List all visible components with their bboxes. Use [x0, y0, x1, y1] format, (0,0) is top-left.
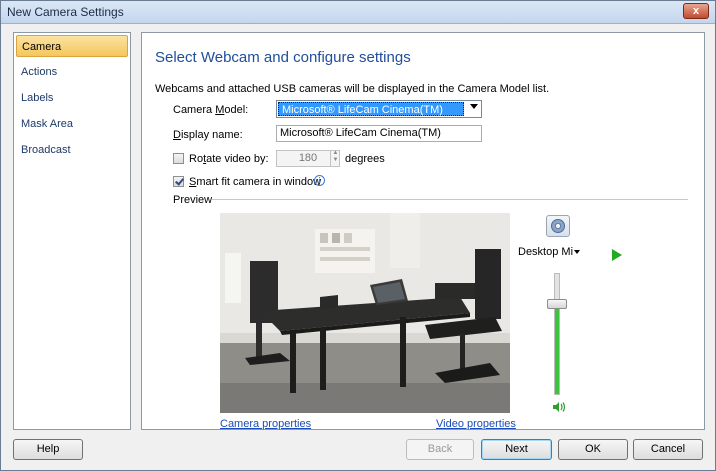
display-name-label: Display name:	[173, 129, 243, 141]
sidebar-item-mask-area[interactable]: Mask Area	[16, 113, 128, 135]
dialog-window: New Camera Settings x Camera Actions Lab…	[0, 0, 716, 471]
sidebar-item-broadcast[interactable]: Broadcast	[16, 139, 128, 161]
camera-preview-image	[220, 213, 510, 413]
display-name-input[interactable]: Microsoft® LifeCam Cinema(TM)	[276, 125, 482, 142]
window-title: New Camera Settings	[7, 5, 124, 19]
rotate-stepper-buttons[interactable]: ▲ ▼	[330, 150, 340, 167]
page-title: Select Webcam and configure settings	[155, 49, 411, 66]
chevron-down-icon	[470, 104, 478, 109]
back-button[interactable]: Back	[406, 439, 474, 460]
smart-fit-checkbox[interactable]	[173, 176, 184, 187]
spin-up-icon[interactable]: ▲	[331, 150, 340, 157]
play-icon[interactable]	[612, 249, 622, 261]
chevron-down-icon	[574, 250, 581, 255]
video-properties-link[interactable]: Video properties	[436, 418, 516, 430]
settings-sidebar: Camera Actions Labels Mask Area Broadcas…	[13, 32, 131, 430]
title-bar: New Camera Settings x	[1, 1, 715, 24]
rotate-checkbox[interactable]	[173, 153, 184, 164]
cancel-button[interactable]: Cancel	[633, 439, 703, 460]
speaker-icon	[553, 402, 566, 412]
audio-settings-button[interactable]	[546, 215, 570, 237]
spin-down-icon[interactable]: ▼	[331, 157, 340, 164]
camera-model-value: Microsoft® LifeCam Cinema(TM)	[278, 102, 464, 116]
settings-panel: Select Webcam and configure settings Web…	[141, 32, 705, 430]
sidebar-item-labels[interactable]: Labels	[16, 87, 128, 109]
camera-model-label: Camera Model:	[173, 104, 249, 116]
info-icon[interactable]: i	[314, 175, 325, 186]
audio-source-dropdown[interactable]: Desktop Mi	[518, 246, 581, 258]
degrees-label: degrees	[345, 153, 385, 165]
preview-divider	[212, 199, 688, 200]
close-button[interactable]: x	[683, 3, 709, 19]
help-button[interactable]: Help	[13, 439, 83, 460]
camera-model-dropdown[interactable]: Microsoft® LifeCam Cinema(TM)	[276, 100, 482, 118]
gear-icon	[551, 219, 565, 233]
preview-label: Preview	[173, 194, 213, 206]
sidebar-item-camera[interactable]: Camera	[16, 35, 128, 57]
rotate-label: Rotate video by:	[189, 153, 269, 165]
next-button[interactable]: Next	[481, 439, 552, 460]
description-text: Webcams and attached USB cameras will be…	[155, 83, 550, 95]
ok-button[interactable]: OK	[558, 439, 628, 460]
smart-fit-label: Smart fit camera in window	[189, 176, 322, 188]
sidebar-item-actions[interactable]: Actions	[16, 61, 128, 83]
camera-properties-link[interactable]: Camera properties	[220, 418, 311, 430]
volume-slider-track[interactable]	[554, 273, 560, 395]
volume-level-fill	[555, 300, 559, 394]
volume-slider-thumb[interactable]	[547, 299, 567, 309]
